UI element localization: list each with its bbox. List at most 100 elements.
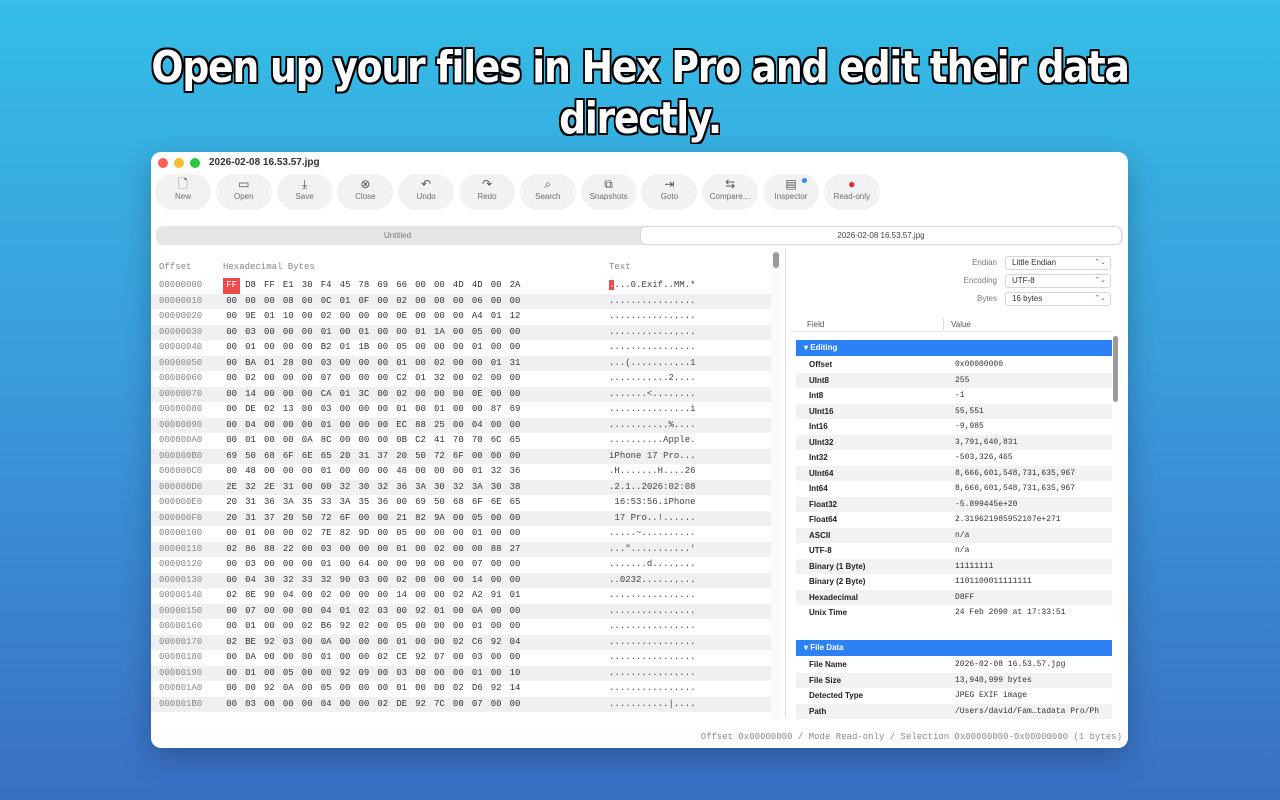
hex-byte[interactable]: 00 xyxy=(317,480,334,496)
hex-byte[interactable]: 02 xyxy=(317,309,334,325)
hex-row[interactable]: 00000070 00 14 00 00 00 CA 01 3C 00 02 00 00 00 0E 00 00… xyxy=(151,386,771,403)
row-text[interactable]: ................ xyxy=(609,635,696,651)
hex-byte[interactable]: 01 xyxy=(261,309,278,325)
hex-byte[interactable]: 00 xyxy=(317,666,334,682)
hex-row[interactable]: 000000B0 69 50 68 6F 6E 65 20 31 37 20 50 72 6F 00 00 00… xyxy=(151,448,771,464)
hex-byte[interactable]: 01 xyxy=(336,604,353,620)
hex-byte[interactable]: 00 xyxy=(299,588,316,604)
hex-byte[interactable]: 32 xyxy=(242,480,259,496)
inspector-row[interactable]: Binary (1 Byte) 11111111 xyxy=(796,558,1112,574)
hex-byte[interactable]: 6F xyxy=(336,511,353,527)
hex-byte[interactable]: 0A xyxy=(280,681,297,697)
inspector-row[interactable]: UInt8 255 xyxy=(796,372,1112,388)
minimize-window-button[interactable] xyxy=(174,158,184,168)
hex-byte[interactable]: C2 xyxy=(412,433,429,449)
hex-byte[interactable]: 30 xyxy=(487,480,504,496)
hex-byte[interactable]: 01 xyxy=(469,666,486,682)
hex-byte[interactable]: 01 xyxy=(431,402,448,418)
hex-byte[interactable]: 00 xyxy=(487,387,504,403)
hex-row[interactable]: 00000080 00 DE 02 13 00 03 00 00 00 01 00 01 00 00 87 69… xyxy=(151,402,771,418)
hex-byte[interactable]: 03 xyxy=(242,557,259,573)
row-text[interactable]: .H.......H....26 xyxy=(609,464,696,480)
hex-byte[interactable]: 00 xyxy=(280,433,297,449)
hex-byte[interactable]: 01 xyxy=(336,294,353,310)
hex-byte[interactable]: 00 xyxy=(336,356,353,372)
hex-byte[interactable]: 14 xyxy=(469,573,486,589)
hex-byte[interactable]: 00 xyxy=(431,666,448,682)
hex-row[interactable]: 00000050 00 BA 01 28 00 03 00 00 00 01 00 02 00 00 01 31… xyxy=(151,355,771,372)
hex-byte[interactable]: 00 xyxy=(336,697,353,713)
hex-byte[interactable]: 00 xyxy=(431,526,448,542)
hex-byte[interactable]: 05 xyxy=(469,325,486,341)
hex-byte[interactable]: 00 xyxy=(393,604,410,620)
hex-byte[interactable]: 00 xyxy=(487,278,504,294)
endian-select[interactable]: Little Endian ⌃⌄ xyxy=(1005,256,1111,270)
hex-byte[interactable]: 69 xyxy=(506,402,523,418)
hex-byte[interactable]: 00 xyxy=(374,309,391,325)
hex-byte[interactable]: 00 xyxy=(355,356,372,372)
inspector-row[interactable]: Binary (2 Byte) 1101100011111111 xyxy=(796,574,1112,590)
hex-row[interactable]: 00000140 02 8E 90 04 00 02 00 00 00 14 00 00 02 A2 91 01… xyxy=(151,588,771,604)
hex-byte[interactable]: 92 xyxy=(412,604,429,620)
hex-byte[interactable]: 00 xyxy=(431,387,448,403)
hex-byte[interactable]: 00 xyxy=(374,418,391,434)
hex-byte[interactable]: 2E xyxy=(223,480,240,496)
new-button[interactable]: 🗋 New xyxy=(155,174,211,210)
inspector-row[interactable]: Int64 8,666,601,548,731,635,967 xyxy=(796,481,1112,497)
inspector-row[interactable]: ASCII n/a xyxy=(796,527,1112,543)
hex-byte[interactable]: 0E xyxy=(393,309,410,325)
hex-byte[interactable]: 92 xyxy=(487,635,504,651)
hex-byte[interactable]: 00 xyxy=(355,402,372,418)
row-text[interactable]: .......d........ xyxy=(609,557,696,573)
hex-byte[interactable]: 8E xyxy=(242,588,259,604)
hex-byte[interactable]: 00 xyxy=(299,309,316,325)
hex-byte[interactable]: 69 xyxy=(374,278,391,294)
hex-byte[interactable]: 6C xyxy=(487,433,504,449)
hex-byte[interactable]: 00 xyxy=(299,542,316,558)
hex-byte[interactable]: 00 xyxy=(223,619,240,635)
hex-byte[interactable]: 01 xyxy=(469,526,486,542)
hex-byte[interactable]: 02 xyxy=(374,697,391,713)
hex-byte[interactable]: 01 xyxy=(393,542,410,558)
hex-byte[interactable]: 00 xyxy=(412,526,429,542)
hex-byte[interactable]: A4 xyxy=(469,309,486,325)
hex-byte[interactable]: 00 xyxy=(261,418,278,434)
inspector-row[interactable]: Float32 -5.899445e+20 xyxy=(796,496,1112,512)
hex-byte[interactable]: 02 xyxy=(261,402,278,418)
hex-byte[interactable]: A2 xyxy=(469,588,486,604)
hex-byte[interactable]: 00 xyxy=(280,604,297,620)
hex-byte[interactable]: 00 xyxy=(280,557,297,573)
hex-byte[interactable]: 00 xyxy=(487,604,504,620)
hex-byte[interactable]: 90 xyxy=(336,573,353,589)
hex-byte[interactable]: 05 xyxy=(280,666,297,682)
hex-byte[interactable]: 01 xyxy=(336,387,353,403)
hex-byte[interactable]: 31 xyxy=(242,495,259,511)
hex-byte[interactable]: 01 xyxy=(431,604,448,620)
hex-byte[interactable]: 00 xyxy=(299,650,316,666)
hex-byte[interactable]: 00 xyxy=(374,588,391,604)
hex-byte[interactable]: 01 xyxy=(506,588,523,604)
hex-byte[interactable]: 00 xyxy=(280,325,297,341)
hex-byte[interactable]: 31 xyxy=(280,480,297,496)
hex-byte[interactable]: 04 xyxy=(317,604,334,620)
hex-byte[interactable]: 00 xyxy=(223,340,240,356)
hex-byte[interactable]: 90 xyxy=(261,588,278,604)
hex-byte[interactable]: C2 xyxy=(393,371,410,387)
hex-row[interactable]: 00000180 00 0A 00 00 00 01 00 00 02 CE 92 07 00 03 00 00… xyxy=(151,650,771,666)
hex-byte[interactable]: 1B xyxy=(355,340,372,356)
hex-byte[interactable]: 00 xyxy=(506,511,523,527)
hex-byte[interactable]: 00 xyxy=(223,387,240,403)
hex-byte[interactable]: 00 xyxy=(336,418,353,434)
hex-byte[interactable]: 00 xyxy=(299,402,316,418)
hex-byte[interactable]: 0B xyxy=(393,433,410,449)
close-button[interactable]: ⊗ Close xyxy=(337,174,394,210)
hex-byte[interactable]: 00 xyxy=(412,573,429,589)
hex-row[interactable]: 00000100 00 01 00 00 02 7E 82 9D 00 05 00 00 00 01 00 00… xyxy=(151,526,771,542)
hex-byte[interactable]: 50 xyxy=(299,511,316,527)
hex-byte[interactable]: 00 xyxy=(336,371,353,387)
row-text[interactable]: .......<........ xyxy=(609,387,696,403)
hex-row[interactable]: 00000130 00 04 30 32 33 32 90 03 00 02 00 00 00 14 00 00… xyxy=(151,572,771,589)
hex-byte[interactable]: 01 xyxy=(242,340,259,356)
hex-byte[interactable]: 01 xyxy=(242,433,259,449)
hex-byte[interactable]: 00 xyxy=(261,526,278,542)
